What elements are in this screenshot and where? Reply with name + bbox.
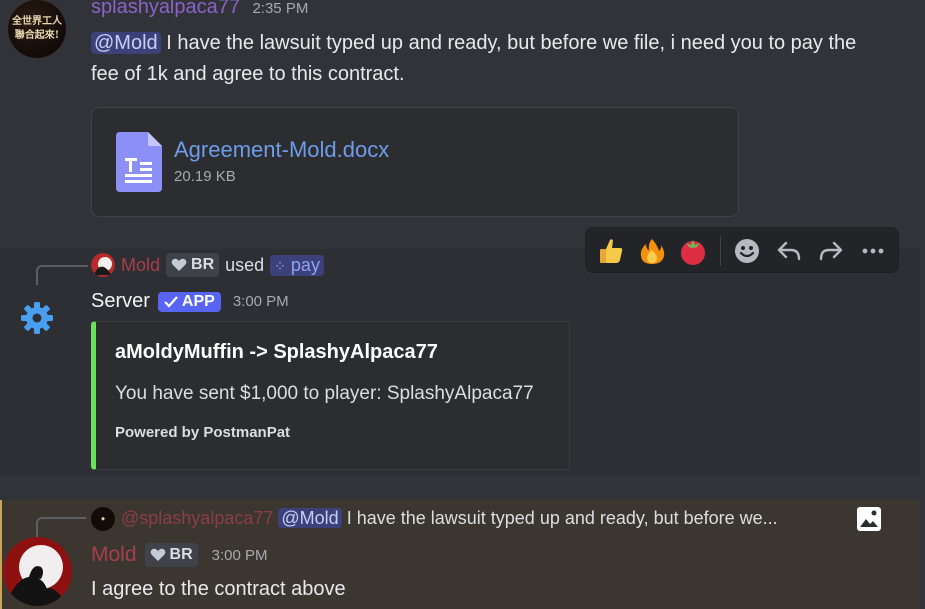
reply-icon xyxy=(777,241,801,261)
user-mention[interactable]: @Mold xyxy=(91,32,161,54)
tomato-reaction-button[interactable] xyxy=(676,234,710,268)
command-invocation: Mold BR used ⁘ pay xyxy=(121,253,324,277)
attachment-filesize: 20.19 KB xyxy=(174,168,236,185)
reply-author-avatar[interactable]: ◆ xyxy=(91,507,115,531)
checkmark-icon xyxy=(164,295,178,308)
fire-icon xyxy=(640,239,665,264)
role-tag-label: BR xyxy=(169,546,193,563)
image-attachment-icon xyxy=(857,507,881,531)
fire-reaction-button[interactable] xyxy=(635,234,669,268)
embed-title: aMoldyMuffin -> SplashyAlpaca77 xyxy=(115,341,438,363)
ellipsis-icon xyxy=(862,248,884,254)
app-badge: APP xyxy=(157,291,221,312)
reply-button[interactable] xyxy=(772,234,806,268)
gear-icon[interactable] xyxy=(19,300,55,336)
avatar-splashyalpaca77[interactable]: 全世界工人 聯合起來! xyxy=(8,0,66,58)
message-text: I have the lawsuit typed up and ready, b… xyxy=(91,32,857,85)
slash-command-pill[interactable]: ⁘ pay xyxy=(270,254,324,276)
used-text: used xyxy=(225,254,265,275)
app-badge-label: APP xyxy=(181,292,215,310)
invoker-name[interactable]: Mold xyxy=(121,255,160,276)
message-text: I agree to the contract above xyxy=(91,578,346,600)
reply-connector xyxy=(36,517,86,539)
message-header: splashyalpaca77 2:35 PM xyxy=(91,0,308,19)
add-reaction-button[interactable] xyxy=(730,234,764,268)
avatar-text: 全世界工人 聯合起來! xyxy=(12,16,62,41)
timestamp[interactable]: 3:00 PM xyxy=(233,293,289,310)
mold-avatar-icon xyxy=(3,537,72,606)
reply-avatar-glyph: ◆ xyxy=(101,516,105,522)
slash-command-icon: ⁘ xyxy=(274,257,286,274)
message-content: @Mold I have the lawsuit typed up and re… xyxy=(91,28,881,90)
invoker-avatar[interactable] xyxy=(91,253,115,277)
mention-indicator-bar xyxy=(0,500,2,609)
author-name[interactable]: splashyalpaca77 xyxy=(91,0,240,18)
avatar-mold[interactable] xyxy=(3,537,72,606)
toolbar-divider xyxy=(720,236,721,266)
timestamp[interactable]: 3:00 PM xyxy=(212,547,268,564)
message-header: Mold BR 3:00 PM xyxy=(91,543,268,567)
reply-mention: @Mold xyxy=(278,508,342,528)
command-reply-connector xyxy=(36,265,88,285)
author-name[interactable]: Server xyxy=(91,290,150,313)
heart-icon xyxy=(171,258,187,271)
embed-description: You have sent $1,000 to player: SplashyA… xyxy=(115,383,534,404)
tomato-icon xyxy=(681,240,705,265)
message-header: Server APP 3:00 PM xyxy=(91,290,289,313)
reply-preview-text: I have the lawsuit typed up and ready, b… xyxy=(346,508,778,528)
author-name[interactable]: Mold xyxy=(91,543,137,567)
role-tag[interactable]: BR xyxy=(144,543,198,567)
document-icon xyxy=(116,132,162,192)
timestamp[interactable]: 2:35 PM xyxy=(252,0,308,17)
message-actions-toolbar xyxy=(585,227,899,273)
attachment-filename-link[interactable]: Agreement-Mold.docx xyxy=(174,137,389,163)
role-tag-label: BR xyxy=(191,256,215,273)
more-options-button[interactable] xyxy=(856,234,890,268)
emoji-smile-icon xyxy=(735,239,759,263)
heart-icon xyxy=(150,548,165,561)
mold-avatar-icon xyxy=(91,253,115,277)
forward-icon xyxy=(819,241,843,261)
thumbs-up-reaction-button[interactable] xyxy=(594,234,628,268)
role-tag[interactable]: BR xyxy=(166,253,220,277)
slash-command-name: pay xyxy=(290,254,320,275)
forward-button[interactable] xyxy=(814,234,848,268)
embed-footer: Powered by PostmanPat xyxy=(115,424,291,441)
thumbs-up-icon xyxy=(600,239,623,263)
reply-preview[interactable]: @splashyalpaca77 @Mold I have the lawsui… xyxy=(121,508,778,529)
reply-author[interactable]: @splashyalpaca77 xyxy=(121,508,273,528)
